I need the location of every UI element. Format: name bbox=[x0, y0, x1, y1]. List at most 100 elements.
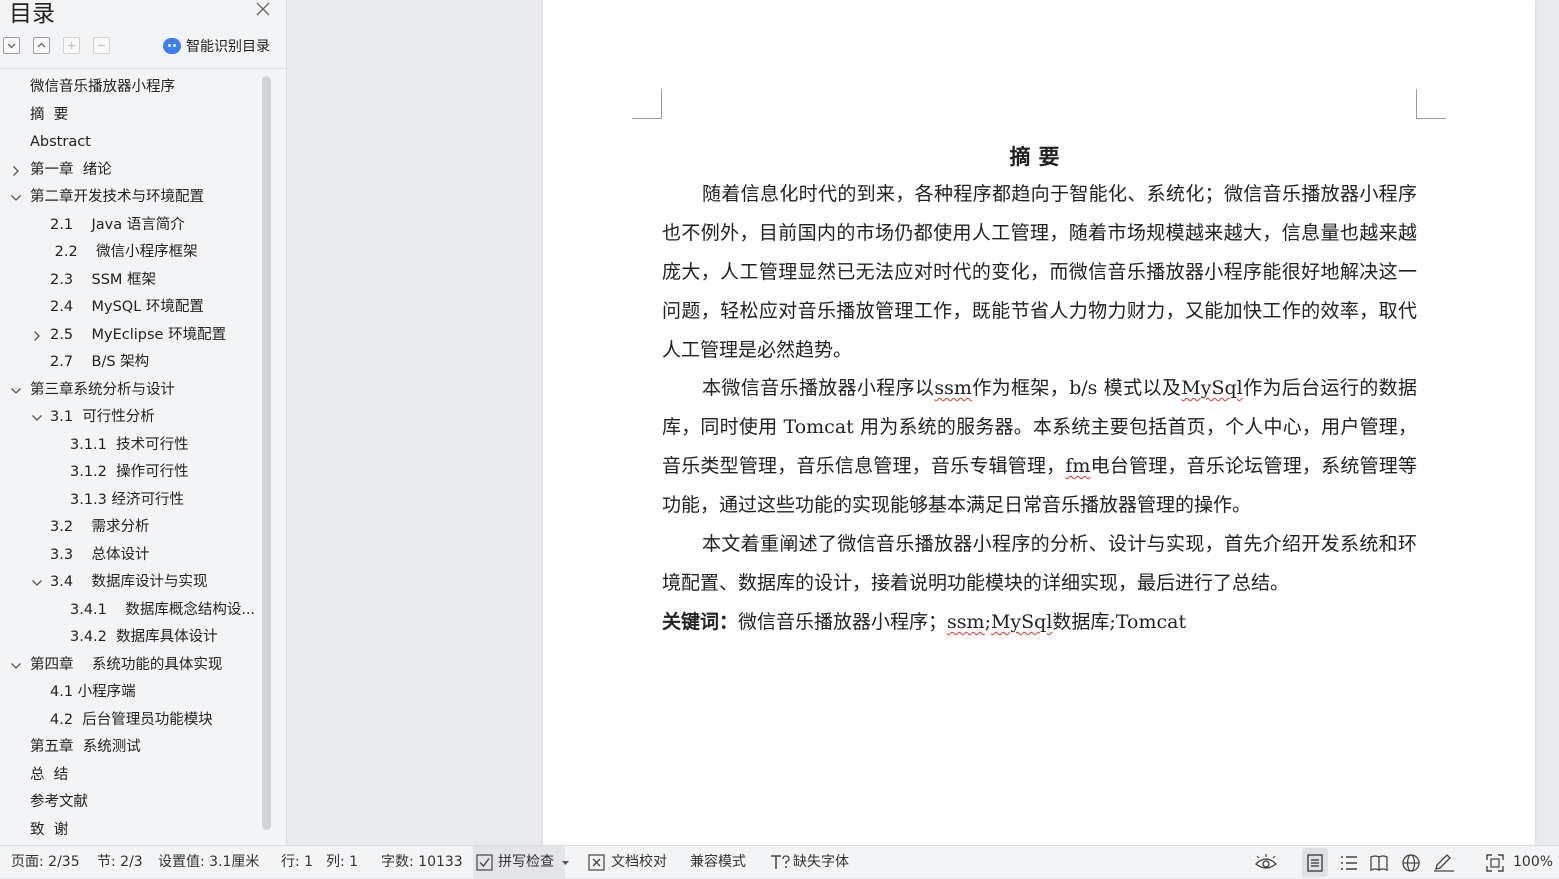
toc-item[interactable]: 2.5 MyEclipse 环境配置 bbox=[0, 322, 262, 349]
toc-item-label: 致 谢 bbox=[30, 821, 69, 838]
toc-item[interactable]: 摘 要 bbox=[0, 102, 262, 129]
doc-proofread-button[interactable]: 文档校对 bbox=[588, 846, 667, 879]
toc-item-label: 总 结 bbox=[30, 766, 69, 783]
toc-item[interactable]: 3.3 总体设计 bbox=[0, 542, 262, 569]
toc-item-label: 2.4 MySQL 环境配置 bbox=[50, 299, 204, 315]
outline-view-icon[interactable] bbox=[1340, 854, 1358, 872]
doc-proofread-label: 文档校对 bbox=[611, 854, 667, 870]
spell-check-button[interactable]: 拼写检查 bbox=[473, 846, 569, 879]
abstract-paragraph-2: 本微信音乐播放器小程序以ssm作为框架，b/s 模式以及MySql作为后台运行的… bbox=[662, 369, 1417, 525]
smart-toc-button[interactable]: 智能识别目录 bbox=[163, 36, 270, 56]
remove-heading-icon[interactable] bbox=[93, 37, 110, 54]
toc-item-label: 第五章 系统测试 bbox=[30, 739, 141, 755]
add-heading-icon[interactable] bbox=[63, 37, 80, 54]
web-view-icon[interactable] bbox=[1402, 854, 1420, 872]
sidebar-scrollbar[interactable] bbox=[262, 76, 271, 830]
pen-icon[interactable] bbox=[1433, 854, 1455, 872]
toc-item[interactable]: 3.4 数据库设计与实现 bbox=[0, 569, 262, 596]
toc-item[interactable]: 3.1.1 技术可行性 bbox=[0, 432, 262, 459]
toc-item[interactable]: 2.1 Java 语言简介 bbox=[0, 212, 262, 239]
toc-item[interactable]: 第三章系统分析与设计 bbox=[0, 377, 262, 404]
toc-item-label: 参考文献 bbox=[30, 794, 88, 810]
setting-value[interactable]: 设置值: 3.1厘米 bbox=[158, 846, 259, 879]
chevron-right-icon[interactable] bbox=[10, 165, 22, 177]
toc-item-label: 微信音乐播放器小程序 bbox=[30, 79, 175, 95]
toc-item-label: 2.3 SSM 框架 bbox=[50, 271, 157, 288]
document-page[interactable]: 摘要 随着信息化时代的到来，各种程序都趋向于智能化、系统化；微信音乐播放器小程序… bbox=[543, 0, 1535, 845]
chevron-down-icon[interactable] bbox=[31, 412, 43, 424]
keywords-line: 关键词：微信音乐播放器小程序；ssm;MySql数据库;Tomcat bbox=[662, 603, 1417, 642]
compat-mode-button[interactable]: 兼容模式 bbox=[690, 846, 746, 879]
col-indicator[interactable]: 列: 1 bbox=[326, 846, 358, 879]
toc-item[interactable]: 3.4.2 数据库具体设计 bbox=[0, 624, 262, 651]
chevron-down-icon[interactable] bbox=[10, 660, 22, 672]
toc-item[interactable]: 3.1.2 操作可行性 bbox=[0, 459, 262, 486]
toc-item[interactable]: 4.1 小程序端 bbox=[0, 679, 262, 706]
toc-item[interactable]: Abstract bbox=[0, 129, 262, 156]
spell-error-mysql[interactable]: MySql bbox=[991, 611, 1052, 633]
toc-item-label: 摘 要 bbox=[30, 106, 69, 123]
toc-item-label: 3.1.3 经济可行性 bbox=[70, 491, 185, 508]
toc-item[interactable]: 第一章 绪论 bbox=[0, 157, 262, 184]
toc-item[interactable]: 第二章开发技术与环境配置 bbox=[0, 184, 262, 211]
page-indicator[interactable]: 页面: 2/35 bbox=[11, 846, 80, 879]
toc-item[interactable]: 2.3 SSM 框架 bbox=[0, 267, 262, 294]
collapse-all-icon[interactable] bbox=[3, 37, 20, 54]
zoom-level[interactable]: 100% bbox=[1513, 846, 1553, 879]
page-view-button[interactable] bbox=[1302, 848, 1328, 877]
sidebar-title: 目录 bbox=[9, 1, 55, 27]
chevron-down-icon bbox=[562, 861, 569, 865]
toc-item-label: 第三章系统分析与设计 bbox=[30, 381, 175, 398]
missing-font-button[interactable]: 缺失字体 bbox=[770, 846, 849, 879]
toc-item[interactable]: 第四章 系统功能的具体实现 bbox=[0, 652, 262, 679]
eye-protection-icon[interactable] bbox=[1255, 854, 1277, 872]
spell-error-fm[interactable]: fm bbox=[1065, 455, 1090, 477]
chevron-down-icon[interactable] bbox=[10, 192, 22, 204]
toc-item[interactable]: 3.1.3 经济可行性 bbox=[0, 487, 262, 514]
toc-item[interactable]: 4.2 后台管理员功能模块 bbox=[0, 707, 262, 734]
missing-font-icon bbox=[771, 855, 790, 869]
toc-item-label: 3.1.2 操作可行性 bbox=[70, 464, 189, 480]
toc-item-label: 3.1 可行性分析 bbox=[50, 409, 155, 425]
text-run: 作为框架，b/s 模式以及 bbox=[971, 377, 1182, 399]
toc-item[interactable]: 微信音乐播放器小程序 bbox=[0, 74, 262, 101]
spell-error-mysql[interactable]: MySql bbox=[1181, 377, 1242, 399]
margin-corner-right bbox=[1416, 89, 1446, 119]
toc-item-label: 3.2 需求分析 bbox=[50, 519, 150, 535]
status-bar: 页面: 2/35 节: 2/3 设置值: 3.1厘米 行: 1 列: 1 字数:… bbox=[0, 845, 1559, 879]
reading-view-icon[interactable] bbox=[1370, 854, 1388, 872]
fit-page-icon[interactable] bbox=[1486, 854, 1504, 872]
abstract-heading: 摘要 bbox=[1009, 144, 1068, 169]
expand-all-icon[interactable] bbox=[33, 37, 50, 54]
spell-check-label: 拼写检查 bbox=[498, 854, 554, 870]
chevron-right-icon[interactable] bbox=[31, 330, 43, 342]
chevron-down-icon[interactable] bbox=[10, 385, 22, 397]
sidebar-divider bbox=[0, 68, 287, 69]
margin-corner-left bbox=[632, 89, 662, 119]
toc-item-label: 3.4.1 数据库概念结构设... bbox=[70, 601, 256, 618]
toc-item[interactable]: 3.4.1 数据库概念结构设... bbox=[0, 597, 262, 624]
toc-item-label: 4.1 小程序端 bbox=[50, 684, 136, 700]
toc-item[interactable]: 2.7 B/S 架构 bbox=[0, 349, 262, 376]
chevron-down-icon[interactable] bbox=[31, 577, 43, 589]
toc-item[interactable]: 2.4 MySQL 环境配置 bbox=[0, 294, 262, 321]
row-indicator[interactable]: 行: 1 bbox=[281, 846, 313, 879]
toc-item[interactable]: 参考文献 bbox=[0, 789, 262, 816]
toc-item-label: 3.4 数据库设计与实现 bbox=[50, 574, 208, 590]
spell-error-ssm[interactable]: ssm bbox=[947, 611, 985, 633]
toc-item[interactable]: 3.1 可行性分析 bbox=[0, 404, 262, 431]
toc-item[interactable]: 第五章 系统测试 bbox=[0, 734, 262, 761]
toc-item-label: 3.4.2 数据库具体设计 bbox=[70, 629, 218, 645]
section-indicator[interactable]: 节: 2/3 bbox=[97, 846, 143, 879]
toc-item[interactable]: 总 结 bbox=[0, 762, 262, 789]
toc-item-label: Abstract bbox=[30, 134, 91, 150]
toc-item[interactable]: 致 谢 bbox=[0, 817, 262, 844]
toc-item-label: 第二章开发技术与环境配置 bbox=[30, 189, 204, 205]
spell-error-ssm[interactable]: ssm bbox=[934, 377, 972, 399]
close-icon[interactable] bbox=[254, 2, 272, 20]
toc-item-label: 2.5 MyEclipse 环境配置 bbox=[50, 326, 227, 343]
toc-item[interactable]: 3.2 需求分析 bbox=[0, 514, 262, 541]
missing-font-label: 缺失字体 bbox=[793, 854, 849, 870]
toc-item[interactable]: 2.2 微信小程序框架 bbox=[0, 239, 262, 266]
word-count[interactable]: 字数: 10133 bbox=[381, 846, 463, 879]
